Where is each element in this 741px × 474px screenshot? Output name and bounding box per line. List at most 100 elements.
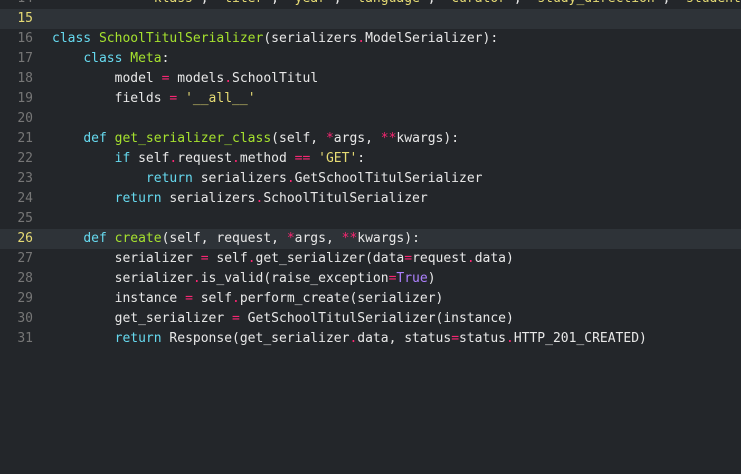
code-token: request: [412, 251, 467, 266]
code-line[interactable]: 28 serializer.is_valid(raise_exception=T…: [0, 269, 741, 289]
line-number: 21: [17, 131, 33, 146]
code-text[interactable]: model = models.SchoolTitul: [52, 71, 319, 86]
code-text[interactable]: 'klass', 'titer', 'year', 'language', 'c…: [52, 0, 741, 6]
code-token: GetSchoolTitulSerializer(instance): [239, 311, 514, 326]
code-token: (self, request,: [161, 231, 287, 246]
code-line[interactable]: 29 instance = self.perform_create(serial…: [0, 289, 741, 309]
code-text[interactable]: serializer = self.get_serializer(data=re…: [52, 251, 514, 266]
code-line[interactable]: 17 class Meta:: [0, 49, 741, 69]
code-line[interactable]: 25: [0, 209, 741, 229]
code-token: =: [232, 311, 240, 326]
code-text[interactable]: def get_serializer_class(self, *args, **…: [52, 131, 459, 146]
code-token: self: [208, 251, 248, 266]
code-token: .: [466, 251, 475, 266]
code-token: self: [192, 291, 233, 306]
code-token: if: [114, 151, 131, 166]
code-text[interactable]: fields = '__all__': [52, 91, 256, 106]
code-token: SchoolTitul: [232, 71, 319, 86]
code-token: class: [52, 31, 92, 46]
code-text[interactable]: get_serializer = GetSchoolTitulSerialize…: [52, 311, 514, 326]
code-token: self: [130, 151, 170, 166]
code-token: ): [427, 271, 436, 286]
code-token: 'language': [349, 0, 427, 6]
line-number: 30: [17, 311, 33, 326]
code-line[interactable]: 31 return Response(get_serializer. data, …: [0, 329, 741, 349]
code-token: get_serializer(data: [255, 251, 405, 266]
line-number: 18: [17, 71, 33, 86]
code-token: get_serializer_class: [114, 131, 272, 146]
code-token: *: [286, 231, 295, 246]
code-token: perform_create(serializer): [239, 291, 444, 306]
code-token: data): [474, 251, 514, 266]
code-line[interactable]: 19 fields = '__all__': [0, 89, 741, 109]
line-number: 25: [17, 211, 33, 226]
code-text[interactable]: def create(self, request, *args, **kwarg…: [52, 231, 420, 246]
code-token: (serializers: [263, 31, 358, 46]
code-token: status: [459, 331, 506, 346]
code-line[interactable]: 27 serializer = self.get_serializer(data…: [0, 249, 741, 269]
code-token: ==: [294, 151, 311, 166]
code-line[interactable]: 15: [0, 9, 741, 29]
line-number: 23: [17, 171, 33, 186]
code-lines: 14 'klass', 'titer', 'year', 'language',…: [0, 0, 741, 349]
line-number: 24: [17, 191, 33, 206]
code-text[interactable]: serializer.is_valid(raise_exception=True…: [52, 271, 436, 286]
code-token: kwargs):: [357, 231, 420, 246]
code-line[interactable]: 18 model = models.SchoolTitul: [0, 69, 741, 89]
code-line[interactable]: 22 if self.request.method == 'GET':: [0, 149, 741, 169]
code-token: request: [177, 151, 233, 166]
code-token: ,: [201, 0, 217, 6]
code-token: def: [83, 231, 107, 246]
code-line[interactable]: 24 return serializers.SchoolTitulSeriali…: [0, 189, 741, 209]
line-number: 31: [17, 331, 33, 346]
code-token: 'study_direction': [530, 0, 663, 6]
code-token: =: [451, 331, 460, 346]
code-text[interactable]: return serializers.GetSchoolTitulSeriali…: [52, 171, 483, 186]
code-token: **: [380, 131, 397, 146]
code-token: kwargs):: [396, 131, 460, 146]
code-token: *: [325, 131, 334, 146]
code-line[interactable]: 23 return serializers.GetSchoolTitulSeri…: [0, 169, 741, 189]
code-text[interactable]: if self.request.method == 'GET':: [52, 151, 366, 166]
code-editor[interactable]: 14 'klass', 'titer', 'year', 'language',…: [0, 0, 741, 474]
code-line[interactable]: 21 def get_serializer_class(self, *args,…: [0, 129, 741, 149]
code-text[interactable]: return serializers.SchoolTitulSerializer: [52, 191, 428, 206]
code-token: =: [404, 251, 413, 266]
code-token: serializers: [192, 171, 287, 186]
code-token: return: [145, 171, 193, 186]
code-line[interactable]: 30 get_serializer = GetSchoolTitulSerial…: [0, 309, 741, 329]
code-token: 'titer': [216, 0, 271, 6]
code-text[interactable]: class SchoolTitulSerializer(serializers.…: [52, 31, 498, 46]
code-token: args,: [333, 131, 381, 146]
code-text[interactable]: return Response(get_serializer. data, sta…: [52, 331, 647, 346]
line-number: 19: [17, 91, 33, 106]
code-line[interactable]: 16 class SchoolTitulSerializer(serializer…: [0, 29, 741, 49]
code-line[interactable]: 26 def create(self, request, *args, **kw…: [0, 229, 741, 249]
code-token: ModelSerializer):: [365, 31, 499, 46]
code-token: 'student: [678, 0, 741, 6]
code-token: serializer: [114, 271, 193, 286]
code-line[interactable]: 14 'klass', 'titer', 'year', 'language',…: [0, 0, 741, 9]
code-token: True: [396, 271, 428, 286]
code-token: method: [239, 151, 295, 166]
code-line[interactable]: 20: [0, 109, 741, 129]
line-number: 22: [17, 151, 33, 166]
code-token: ,: [428, 0, 444, 6]
code-text[interactable]: class Meta:: [52, 51, 169, 66]
code-token: .: [192, 271, 201, 286]
code-token: data, status: [357, 331, 452, 346]
code-text[interactable]: instance = self.perform_create(serialize…: [52, 291, 444, 306]
